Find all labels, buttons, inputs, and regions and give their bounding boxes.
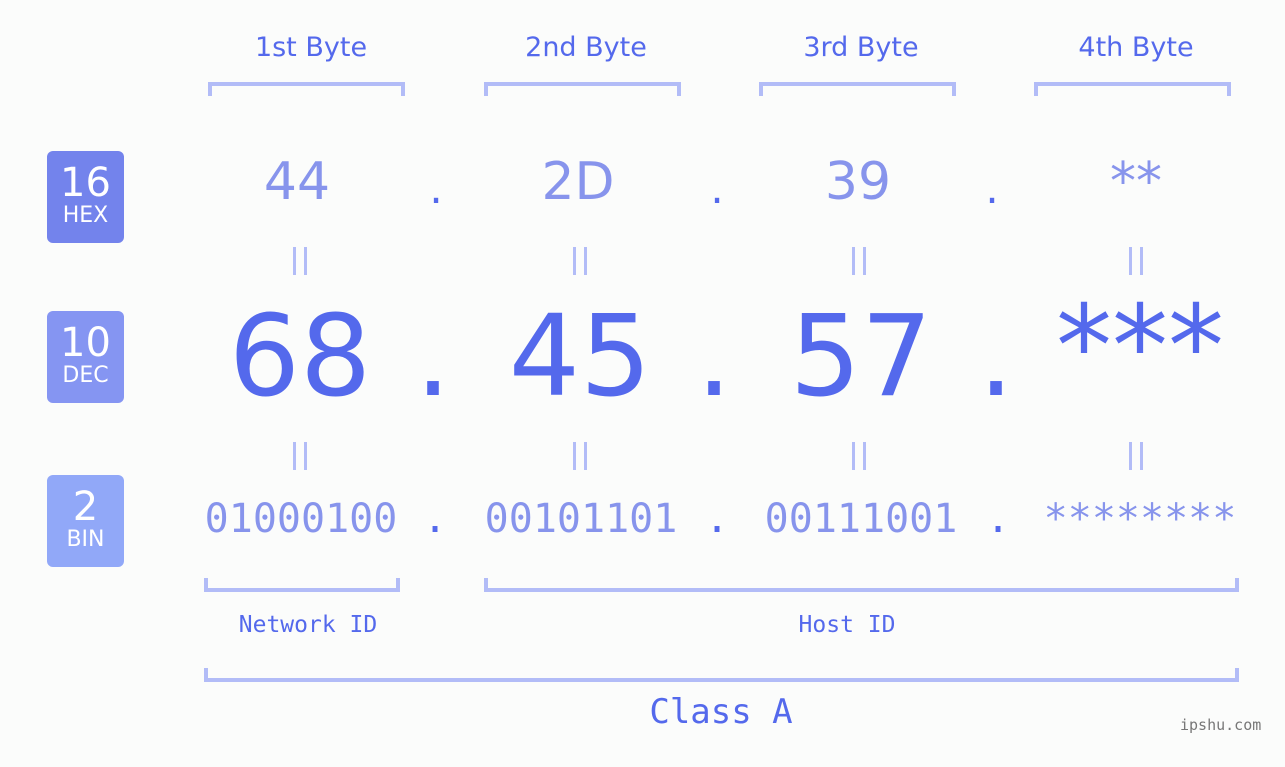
bin-separator-1: . [422,496,448,542]
network-id-label: Network ID [238,612,378,638]
dec-badge-label: DEC [62,363,109,388]
host-id-label: Host ID [798,612,896,638]
equals-icon [1129,442,1143,470]
byte-header-1: 1st Byte [254,32,368,63]
dec-badge: 10 DEC [47,311,124,403]
network-id-bracket [204,578,400,592]
hex-separator-3: . [985,164,999,213]
dec-value-3: 57 [789,292,933,422]
dec-separator-2: . [696,292,732,422]
byte-bracket-2 [484,82,681,96]
bin-separator-2: . [704,496,730,542]
hex-value-2: 2D [541,152,615,212]
bin-badge-label: BIN [66,527,105,552]
hex-value-4: ** [1110,152,1162,212]
byte-bracket-1 [208,82,405,96]
hex-value-3: 39 [824,152,892,212]
hex-separator-2: . [710,164,724,213]
class-label: Class A [649,692,793,732]
bin-separator-3: . [985,496,1011,542]
equals-icon [852,247,866,275]
byte-header-4: 4th Byte [1078,32,1194,63]
dec-separator-3: . [978,292,1014,422]
equals-icon [1129,247,1143,275]
byte-header-2: 2nd Byte [525,32,647,63]
bin-badge-number: 2 [72,484,99,530]
equals-icon [852,442,866,470]
dec-badge-number: 10 [60,320,111,366]
class-bracket [204,668,1239,682]
bin-value-1: 01000100 [204,496,398,542]
hex-value-1: 44 [263,152,331,212]
byte-bracket-3 [759,82,956,96]
equals-icon [573,247,587,275]
equals-icon [293,442,307,470]
dec-value-4: *** [1056,282,1224,412]
equals-icon [293,247,307,275]
watermark: ipshu.com [1180,716,1262,734]
bin-value-2: 00101101 [484,496,678,542]
bin-badge: 2 BIN [47,475,124,567]
equals-icon [573,442,587,470]
dec-value-1: 68 [228,292,372,422]
hex-badge: 16 HEX [47,151,124,243]
byte-bracket-4 [1034,82,1231,96]
dec-value-2: 45 [508,292,652,422]
hex-separator-1: . [429,164,443,213]
bin-value-4: ******** [1043,496,1237,542]
host-id-bracket [484,578,1239,592]
bin-value-3: 00111001 [764,496,958,542]
byte-header-3: 3rd Byte [803,32,919,63]
hex-badge-label: HEX [62,203,109,228]
hex-badge-number: 16 [60,160,111,206]
dec-separator-1: . [415,292,451,422]
